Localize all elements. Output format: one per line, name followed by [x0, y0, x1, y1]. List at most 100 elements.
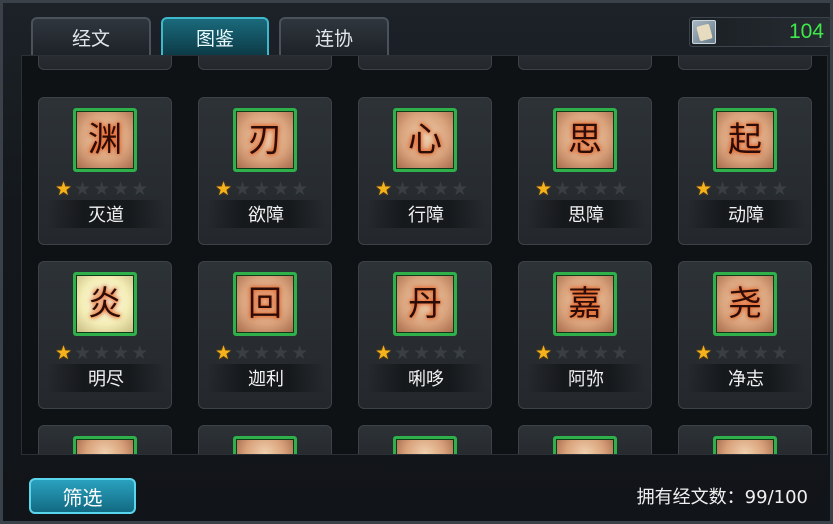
- scripture-emblem-icon: 刃: [233, 108, 297, 172]
- scripture-emblem-icon: 回: [233, 272, 297, 336]
- tab-scriptures[interactable]: 经文: [31, 17, 151, 55]
- star-icon: ★: [611, 342, 629, 364]
- emblem-glyph: 刃: [248, 120, 282, 160]
- card-name: 思障: [527, 200, 645, 228]
- card-name: 阿弥: [527, 364, 645, 392]
- emblem-glyph: 思: [568, 120, 602, 160]
- scripture-emblem-icon: [393, 436, 457, 454]
- star-icon: ★: [253, 178, 271, 200]
- emblem-glyph: 渊: [88, 120, 122, 160]
- star-icon: ★: [714, 178, 732, 200]
- star-icon: ★: [413, 178, 431, 200]
- star-icon: ★: [535, 342, 553, 364]
- card-name: 明尽: [47, 364, 165, 392]
- star-icon: ★: [592, 178, 610, 200]
- star-icon: ★: [112, 342, 130, 364]
- star-icon: ★: [733, 178, 751, 200]
- scripture-emblem-icon: [73, 436, 137, 454]
- card-partial[interactable]: [678, 425, 812, 454]
- star-icon: ★: [695, 178, 713, 200]
- star-icon: ★: [733, 342, 751, 364]
- star-icon: ★: [375, 342, 393, 364]
- card-partial[interactable]: [358, 56, 492, 70]
- star-rating: ★ ★ ★ ★ ★: [55, 180, 148, 199]
- currency-display: 104: [689, 17, 831, 47]
- star-icon: ★: [112, 178, 130, 200]
- star-icon: ★: [695, 342, 713, 364]
- scripture-emblem-icon: [713, 436, 777, 454]
- scripture-emblem-icon: 尧: [713, 272, 777, 336]
- card-partial[interactable]: [518, 56, 652, 70]
- star-icon: ★: [554, 342, 572, 364]
- scripture-emblem-icon: 渊: [73, 108, 137, 172]
- window-frame: 经文 图鉴 连协 104 渊 ★ ★ ★ ★ ★ 灭道刃 ★ ★ ★ ★ ★ 欲障心 ★ ★ ★ ★ ★ 行障思 ★ ★…: [0, 0, 833, 524]
- card-name: 净志: [687, 364, 805, 392]
- star-rating: ★ ★ ★ ★ ★: [215, 344, 308, 363]
- scripture-emblem-icon: 嘉: [553, 272, 617, 336]
- star-icon: ★: [771, 342, 789, 364]
- card-partial[interactable]: [678, 56, 812, 70]
- star-icon: ★: [554, 178, 572, 200]
- star-icon: ★: [714, 342, 732, 364]
- star-icon: ★: [573, 342, 591, 364]
- star-rating: ★ ★ ★ ★ ★: [695, 344, 788, 363]
- scripture-emblem-icon: 炎: [73, 272, 137, 336]
- star-icon: ★: [394, 342, 412, 364]
- scripture-card[interactable]: 炎 ★ ★ ★ ★ ★ 明尽: [38, 261, 172, 409]
- emblem-glyph: 嘉: [568, 284, 602, 324]
- card-partial[interactable]: [198, 56, 332, 70]
- card-partial[interactable]: [38, 56, 172, 70]
- star-icon: ★: [55, 178, 73, 200]
- card-partial[interactable]: [38, 425, 172, 454]
- star-icon: ★: [432, 342, 450, 364]
- emblem-glyph: 回: [248, 284, 282, 324]
- emblem-glyph: 起: [728, 120, 762, 160]
- emblem-glyph: 丹: [408, 284, 442, 324]
- scripture-emblem-icon: 丹: [393, 272, 457, 336]
- star-rating: ★ ★ ★ ★ ★: [375, 344, 468, 363]
- tab-collection[interactable]: 图鉴: [161, 17, 269, 55]
- collection-grid[interactable]: 渊 ★ ★ ★ ★ ★ 灭道刃 ★ ★ ★ ★ ★ 欲障心 ★ ★ ★ ★ ★ 行障思 ★ ★ ★ ★ ★ 思障起 ★ ★ ★ ★ ★ 动障…: [21, 55, 828, 455]
- star-rating: ★ ★ ★ ★ ★: [215, 180, 308, 199]
- star-icon: ★: [413, 342, 431, 364]
- scripture-card[interactable]: 思 ★ ★ ★ ★ ★ 思障: [518, 97, 652, 245]
- scripture-card[interactable]: 尧 ★ ★ ★ ★ ★ 净志: [678, 261, 812, 409]
- scripture-card[interactable]: 起 ★ ★ ★ ★ ★ 动障: [678, 97, 812, 245]
- star-icon: ★: [592, 342, 610, 364]
- scripture-card[interactable]: 丹 ★ ★ ★ ★ ★ 唎哆: [358, 261, 492, 409]
- scripture-card[interactable]: 嘉 ★ ★ ★ ★ ★ 阿弥: [518, 261, 652, 409]
- scripture-card[interactable]: 刃 ★ ★ ★ ★ ★ 欲障: [198, 97, 332, 245]
- star-icon: ★: [573, 178, 591, 200]
- star-icon: ★: [752, 342, 770, 364]
- scripture-card[interactable]: 回 ★ ★ ★ ★ ★ 迦利: [198, 261, 332, 409]
- star-icon: ★: [55, 342, 73, 364]
- star-rating: ★ ★ ★ ★ ★: [535, 180, 628, 199]
- star-icon: ★: [215, 342, 233, 364]
- card-name: 动障: [687, 200, 805, 228]
- tab-combos[interactable]: 连协: [279, 17, 389, 55]
- star-icon: ★: [451, 178, 469, 200]
- scripture-card[interactable]: 渊 ★ ★ ★ ★ ★ 灭道: [38, 97, 172, 245]
- card-partial[interactable]: [358, 425, 492, 454]
- card-name: 行障: [367, 200, 485, 228]
- scripture-emblem-icon: [233, 436, 297, 454]
- star-icon: ★: [771, 178, 789, 200]
- emblem-glyph: 心: [408, 120, 442, 160]
- star-icon: ★: [611, 178, 629, 200]
- star-icon: ★: [451, 342, 469, 364]
- filter-button[interactable]: 筛选: [29, 478, 136, 514]
- card-name: 唎哆: [367, 364, 485, 392]
- scripture-emblem-icon: 思: [553, 108, 617, 172]
- star-icon: ★: [535, 178, 553, 200]
- star-icon: ★: [272, 342, 290, 364]
- scripture-card[interactable]: 心 ★ ★ ★ ★ ★ 行障: [358, 97, 492, 245]
- card-name: 欲障: [207, 200, 325, 228]
- card-partial[interactable]: [198, 425, 332, 454]
- star-rating: ★ ★ ★ ★ ★: [535, 344, 628, 363]
- tab-bar: 经文 图鉴 连协: [23, 17, 389, 55]
- star-icon: ★: [253, 342, 271, 364]
- emblem-glyph: 炎: [88, 284, 122, 324]
- card-partial[interactable]: [518, 425, 652, 454]
- star-rating: ★ ★ ★ ★ ★: [375, 180, 468, 199]
- currency-value: 104: [788, 20, 824, 43]
